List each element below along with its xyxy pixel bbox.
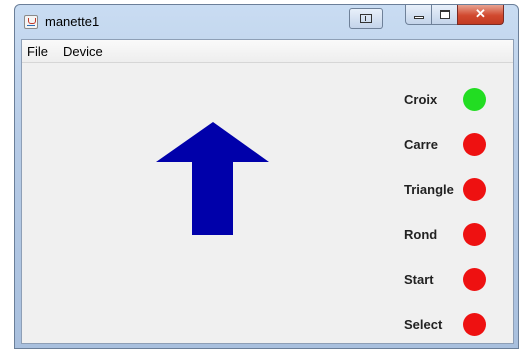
close-icon: ✕ [475,6,486,21]
maximize-icon [440,10,450,19]
button-indicator-start [463,268,486,291]
button-indicator-croix [463,88,486,111]
window-title: manette1 [45,14,100,29]
close-button[interactable]: ✕ [457,5,504,25]
menu-device[interactable]: Device [63,44,103,59]
app-window: manette1 ✕ File Device Croix Carre Trian… [14,4,519,349]
restore-down-button[interactable] [349,8,383,29]
button-indicator-rond [463,223,486,246]
button-label-triangle: Triangle [404,182,454,197]
button-label-start: Start [404,272,434,287]
button-label-carre: Carre [404,137,438,152]
java-app-icon[interactable] [24,15,38,29]
button-label-croix: Croix [404,92,438,107]
window-controls: ✕ [405,5,515,28]
client-area: File Device Croix Carre Triangle Rond St… [21,39,514,344]
button-indicator-carre [463,133,486,156]
button-label-select: Select [404,317,443,332]
maximize-button[interactable] [431,5,458,25]
direction-up-arrow-icon [156,122,269,235]
minimize-button[interactable] [405,5,432,25]
button-label-rond: Rond [404,227,438,242]
button-indicator-select [463,313,486,336]
menu-bar: File Device [22,40,513,63]
minimize-icon [414,16,424,19]
button-indicator-triangle [463,178,486,201]
title-bar[interactable]: manette1 ✕ [15,5,518,39]
restore-icon [360,14,372,23]
menu-file[interactable]: File [27,44,48,59]
